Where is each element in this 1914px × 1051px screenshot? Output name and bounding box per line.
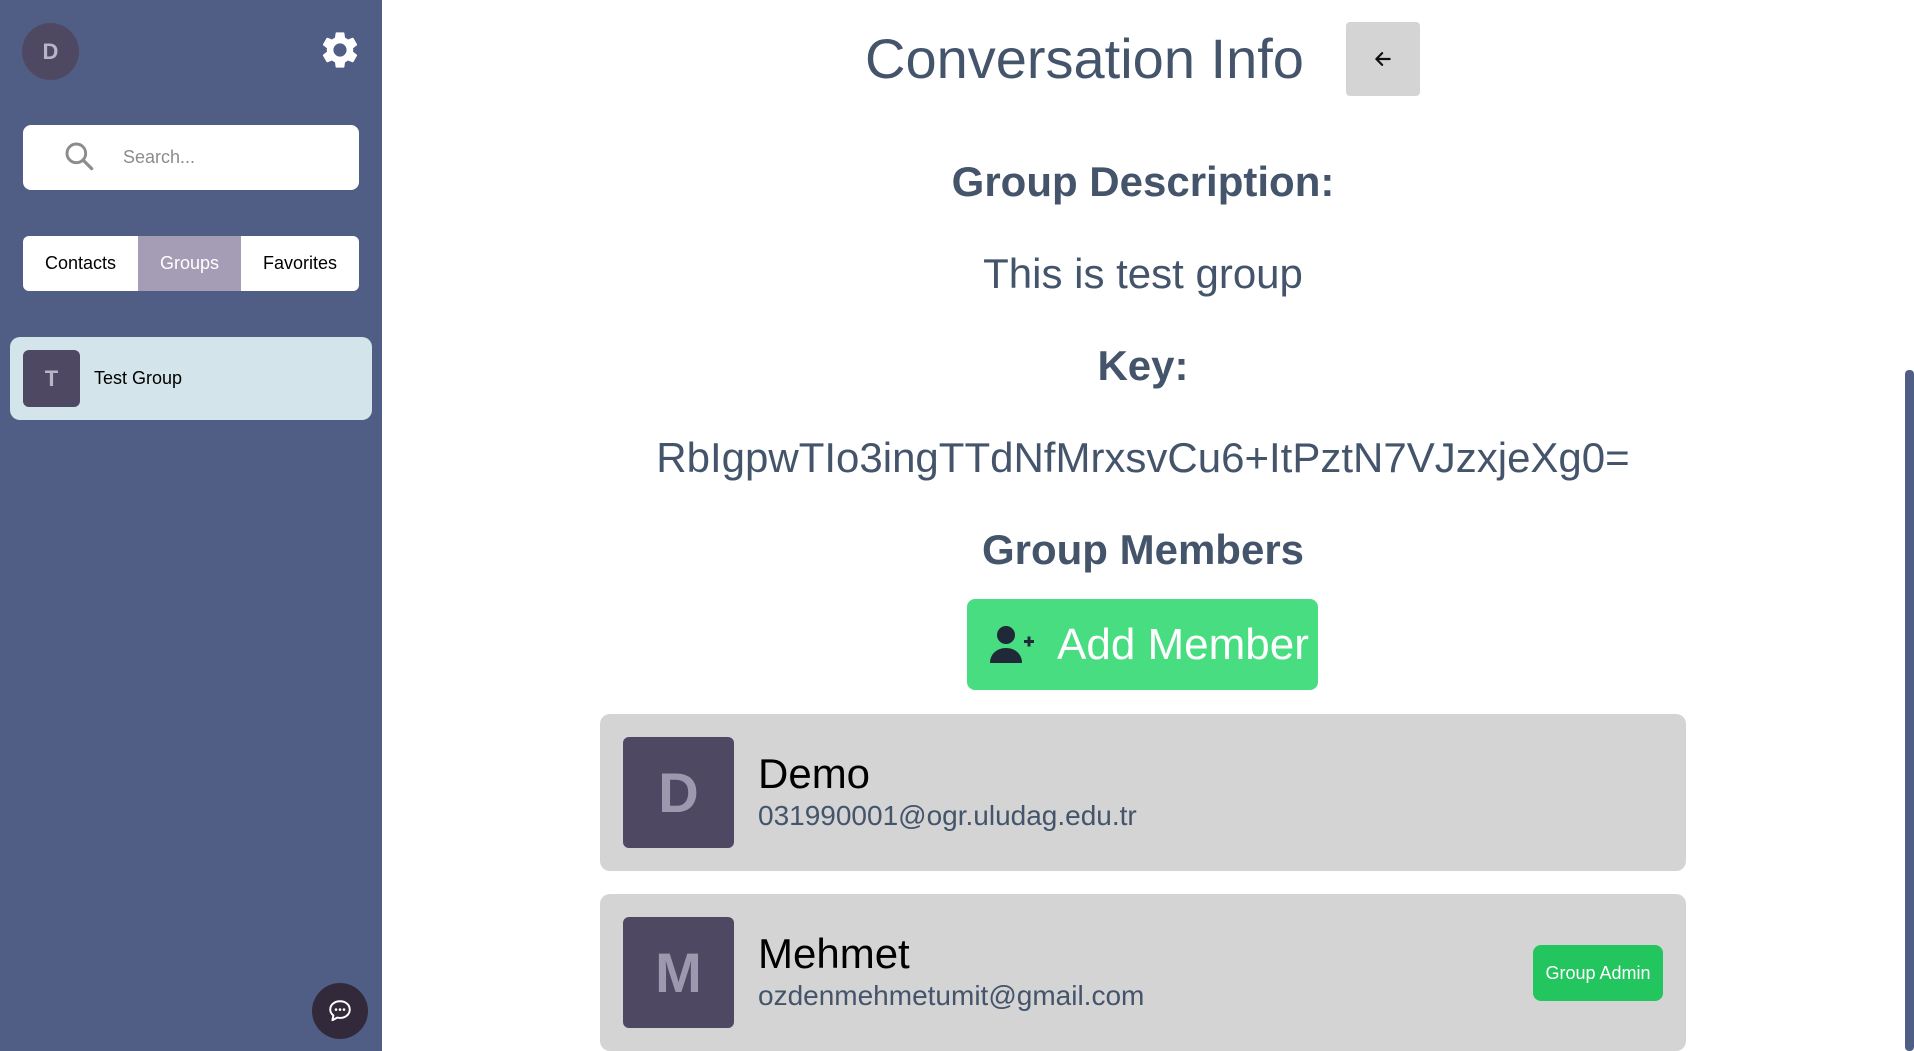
search-input[interactable]: [123, 137, 343, 178]
group-description-label: Group Description:: [951, 158, 1335, 205]
member-name: Mehmet: [758, 930, 910, 977]
add-member-label: Add Member: [1057, 619, 1309, 669]
group-key-value: RbIgpwTIo3ingTTdNfMrxsvCu6+ItPztN7VJzxje…: [656, 434, 1630, 481]
member-card[interactable]: D Demo 031990001@ogr.uludag.edu.tr: [600, 714, 1686, 871]
arrow-left-icon: [1375, 52, 1391, 66]
gear-icon: [322, 32, 358, 68]
group-description-value: This is test group: [983, 250, 1303, 297]
user-plus-icon: [989, 625, 1035, 665]
search-icon: [63, 140, 99, 176]
page-title: Conversation Info: [865, 27, 1304, 90]
group-members-heading: Group Members: [981, 526, 1305, 573]
tab-favorites[interactable]: Favorites: [241, 236, 359, 291]
member-email: 031990001@ogr.uludag.edu.tr: [758, 800, 1137, 831]
scrollbar-thumb[interactable]: [1905, 370, 1914, 1051]
back-button[interactable]: [1346, 22, 1420, 96]
member-name: Demo: [758, 750, 871, 797]
settings-button[interactable]: [316, 26, 364, 74]
app-root: D Contacts Groups Favorites T Test Group: [0, 0, 1914, 1051]
group-key-label: Key:: [1097, 342, 1189, 389]
chat-bubble-icon: [329, 1000, 351, 1022]
member-card[interactable]: M Mehmet ozdenmehmetumit@gmail.com Group…: [600, 894, 1686, 1051]
group-admin-badge: Group Admin: [1533, 945, 1663, 1001]
sidebar: D Contacts Groups Favorites T Test Group: [0, 0, 382, 1051]
search-box: [23, 125, 359, 190]
group-avatar: T: [23, 350, 80, 407]
tab-groups[interactable]: Groups: [138, 236, 241, 291]
tab-contacts[interactable]: Contacts: [23, 236, 138, 291]
member-avatar: M: [623, 917, 734, 1028]
group-list-item[interactable]: T Test Group: [10, 337, 372, 420]
sidebar-tabs: Contacts Groups Favorites: [23, 236, 359, 291]
new-chat-button[interactable]: [312, 983, 368, 1039]
group-name: Test Group: [94, 368, 183, 388]
member-avatar: D: [623, 737, 734, 848]
add-member-button[interactable]: Add Member: [967, 599, 1318, 690]
member-email: ozdenmehmetumit@gmail.com: [758, 980, 1145, 1011]
user-avatar[interactable]: D: [22, 23, 79, 80]
